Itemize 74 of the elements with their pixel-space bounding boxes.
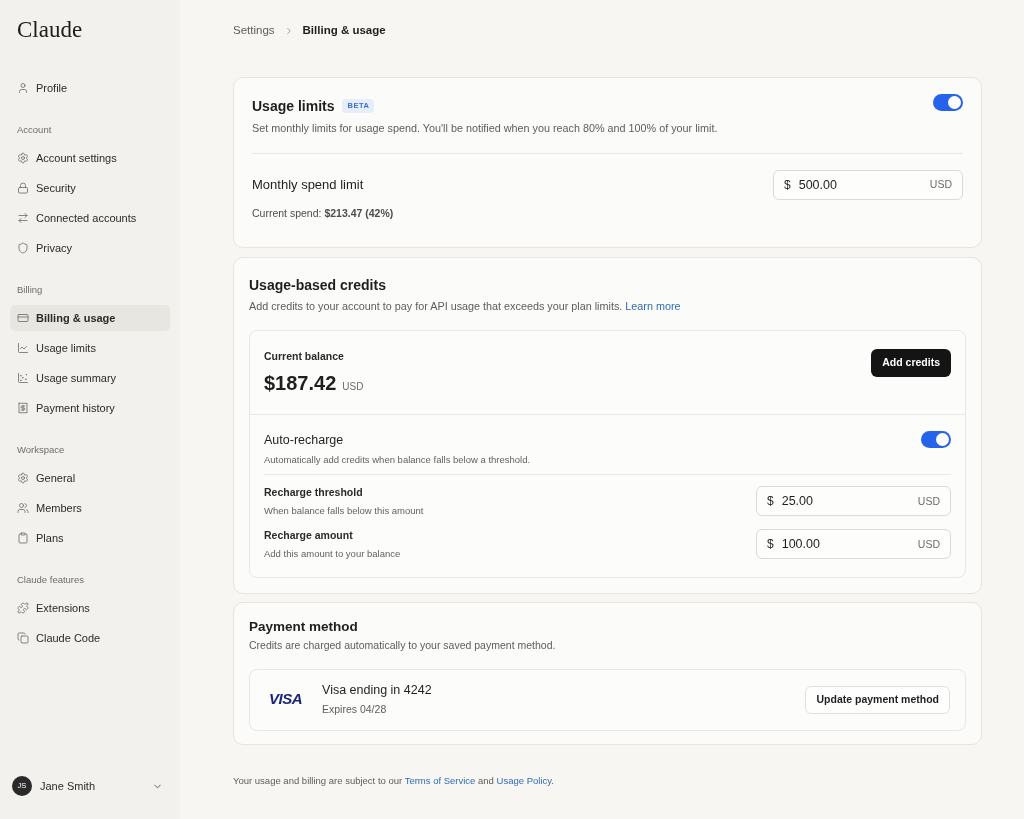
card-title: Usage-based credits	[249, 276, 387, 296]
users-icon	[17, 502, 29, 514]
card-description: Set monthly limits for usage spend. You'll be notified when you reach 80% and 100% of your limit.	[252, 121, 719, 136]
currency-code: USD	[917, 536, 940, 552]
spend-limit-field[interactable]: $ 500.00 USD	[773, 170, 963, 201]
field-label: Recharge amount	[264, 527, 354, 543]
sidebar-item[interactable]: Usage summary	[10, 365, 170, 391]
add-credits-button[interactable]: Add credits	[871, 349, 951, 378]
user-icon	[17, 82, 29, 94]
currency-symbol: $	[767, 493, 774, 511]
card-title: Usage limits	[252, 96, 335, 116]
currency-symbol: $	[767, 536, 774, 554]
balance-currency: USD	[342, 379, 364, 394]
card-expiry: Expires 04/28	[322, 702, 388, 718]
sidebar-item[interactable]: Privacy	[10, 235, 170, 261]
sidebar-item[interactable]: Profile	[10, 75, 170, 101]
field-description: When balance falls below this amount	[264, 503, 424, 518]
field-label: Recharge threshold	[264, 484, 364, 500]
shield-icon	[17, 242, 29, 254]
amount-input[interactable]: 500.00	[798, 175, 930, 195]
amount-input[interactable]: 25.00	[781, 492, 918, 511]
sidebar-item[interactable]: Account settings	[10, 145, 170, 171]
sidebar-item[interactable]: Payment history	[10, 395, 170, 421]
sidebar-item[interactable]: Connected accounts	[10, 205, 170, 231]
toggle-switch[interactable]	[933, 94, 963, 111]
sidebar-section-heading: Billing	[16, 282, 44, 297]
app-logo[interactable]: Claude	[17, 17, 83, 43]
card-description: Credits are charged automatically to your saved payment method.	[249, 637, 557, 653]
clipboard-icon	[17, 532, 29, 544]
field-label: Monthly spend limit	[252, 176, 364, 195]
balance-label: Current balance	[264, 349, 345, 365]
setting-description: Automatically add credits when balance falls below a threshold.	[264, 452, 531, 467]
currency-symbol: $	[784, 177, 791, 195]
current-spend-text: Current spend: $213.47 (42%)	[252, 206, 395, 222]
policy-link[interactable]: Terms of Service	[404, 774, 476, 786]
line-chart-icon	[17, 342, 29, 354]
sidebar-section-heading: Account	[16, 122, 53, 137]
sidebar-item[interactable]: Members	[10, 495, 170, 521]
legal-notice: Your usage and billing are subject to our Terms of Service and Usage Policy.	[233, 773, 555, 788]
sidebar-item[interactable]: Billing & usage	[10, 305, 170, 331]
currency-code: USD	[917, 493, 940, 509]
amount-field[interactable]: $ 100.00 USD	[756, 529, 951, 560]
gear-icon	[17, 472, 29, 484]
card-name: Visa ending in 4242	[322, 682, 432, 700]
sidebar-item[interactable]: Extensions	[10, 595, 170, 621]
lock-icon	[17, 182, 29, 194]
amount-field[interactable]: $ 25.00 USD	[756, 486, 951, 517]
breadcrumb-link[interactable]: Billing & usage	[302, 22, 386, 40]
sidebar-item[interactable]: Plans	[10, 525, 170, 551]
gear-icon	[17, 152, 29, 164]
receipt-icon	[17, 402, 29, 414]
sidebar-item[interactable]: Usage limits	[10, 335, 170, 361]
puzzle-icon	[17, 602, 29, 614]
sidebar-item[interactable]: Security	[10, 175, 170, 201]
sidebar-section-heading: Workspace	[16, 442, 66, 457]
learn-more-link[interactable]: Learn more	[625, 299, 681, 312]
sidebar-item[interactable]: General	[10, 465, 170, 491]
amount-input[interactable]: 100.00	[781, 535, 918, 554]
sidebar-section-heading: Claude features	[16, 572, 86, 587]
setting-title: Auto-recharge	[264, 431, 345, 449]
breadcrumb-link[interactable]: Settings	[233, 22, 275, 40]
copy-icon	[17, 632, 29, 644]
card-title: Payment method	[249, 617, 359, 636]
scatter-chart-icon	[17, 372, 29, 384]
arrows-icon	[17, 212, 29, 224]
card-description: Add credits to your account to pay for API usage that exceeds your plan limits. Learn more	[249, 298, 682, 314]
balance-amount: $187.42	[264, 370, 337, 395]
card-icon	[17, 312, 29, 324]
card-brand-logo: VISA	[269, 689, 302, 710]
sidebar-item[interactable]: Claude Code	[10, 625, 170, 651]
currency-code: USD	[929, 177, 952, 193]
field-description: Add this amount to your balance	[264, 546, 401, 561]
toggle-switch[interactable]	[921, 430, 951, 448]
update-payment-button[interactable]: Update payment method	[805, 685, 950, 714]
